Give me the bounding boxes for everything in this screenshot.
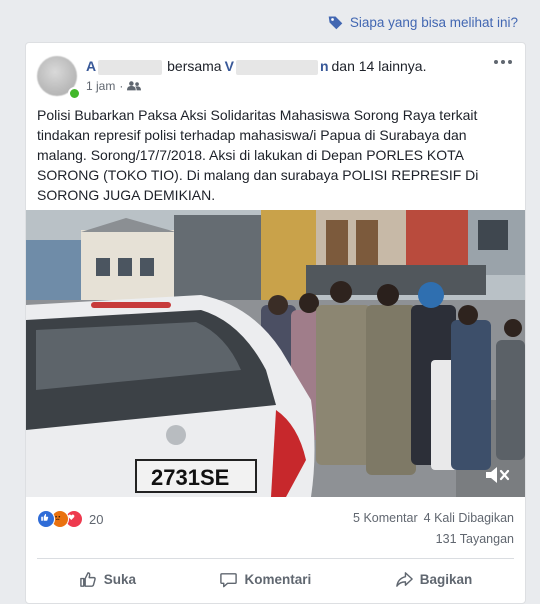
post-card: A bersama Vn dan 14 lainnya. 1 jam · Pol… xyxy=(25,42,526,604)
post-actions: Suka Komentari Bagikan xyxy=(37,558,514,599)
privacy-link-label: Siapa yang bisa melihat ini? xyxy=(349,15,518,30)
author-line: A bersama Vn dan 14 lainnya. xyxy=(86,58,429,75)
license-plate: 2731SE xyxy=(151,465,229,490)
share-button[interactable]: Bagikan xyxy=(385,564,483,595)
friends-icon[interactable] xyxy=(127,80,142,92)
privacy-link[interactable]: Siapa yang bisa melihat ini? xyxy=(327,14,518,31)
comment-button-label: Komentari xyxy=(244,571,312,587)
post-meta: 1 jam · xyxy=(86,79,142,93)
thumbs-up-icon xyxy=(79,571,96,587)
post-text-line: malang. Sorong/17/7/2018. Aksi di lakuka… xyxy=(37,147,464,163)
post-header: A bersama Vn dan 14 lainnya. 1 jam · xyxy=(37,54,515,100)
post-stats: 20 5 Komentar 4 Kali Dibagikan 131 Tayan… xyxy=(37,508,514,552)
comment-icon xyxy=(220,572,238,587)
comments-count[interactable]: 5 Komentar xyxy=(353,511,418,525)
share-arrow-icon xyxy=(395,571,413,587)
post-text: Polisi Bubarkan Paksa Aksi Solidaritas M… xyxy=(37,105,515,205)
post-video[interactable]: 2731SE xyxy=(26,210,525,497)
author-name[interactable]: A xyxy=(86,58,164,75)
shares-count[interactable]: 4 Kali Dibagikan xyxy=(424,511,514,525)
like-button[interactable]: Suka xyxy=(69,564,146,595)
more-options-icon[interactable] xyxy=(491,54,515,70)
comment-button[interactable]: Komentari xyxy=(209,564,321,595)
tagged-name[interactable]: Vn xyxy=(225,58,329,75)
post-text-line: SORONG JUGA DEMIKIAN. xyxy=(37,187,216,203)
volume-muted-icon[interactable] xyxy=(483,463,511,487)
share-button-label: Bagikan xyxy=(419,571,473,587)
video-frame: 2731SE xyxy=(26,210,525,497)
others-link[interactable]: dan 14 lainnya. xyxy=(332,58,427,74)
engagement-counts: 5 Komentar 4 Kali Dibagikan xyxy=(353,511,514,525)
online-status-icon xyxy=(68,87,81,100)
post-time[interactable]: 1 jam xyxy=(86,79,115,93)
with-word: bersama xyxy=(167,58,222,75)
like-button-label: Suka xyxy=(103,571,137,587)
like-reaction-icon xyxy=(37,510,55,528)
reactions-summary[interactable]: 20 xyxy=(37,510,103,528)
post-text-line: SORONG (TOKO TIO). Di malang dan surabay… xyxy=(37,167,479,183)
tag-icon xyxy=(328,16,343,30)
reactions-count: 20 xyxy=(89,511,104,527)
post-text-line: tindakan represif polisi terhadap mahasi… xyxy=(37,127,467,143)
post-text-line: Polisi Bubarkan Paksa Aksi Solidaritas M… xyxy=(37,107,478,123)
views-count: 131 Tayangan xyxy=(435,532,514,546)
